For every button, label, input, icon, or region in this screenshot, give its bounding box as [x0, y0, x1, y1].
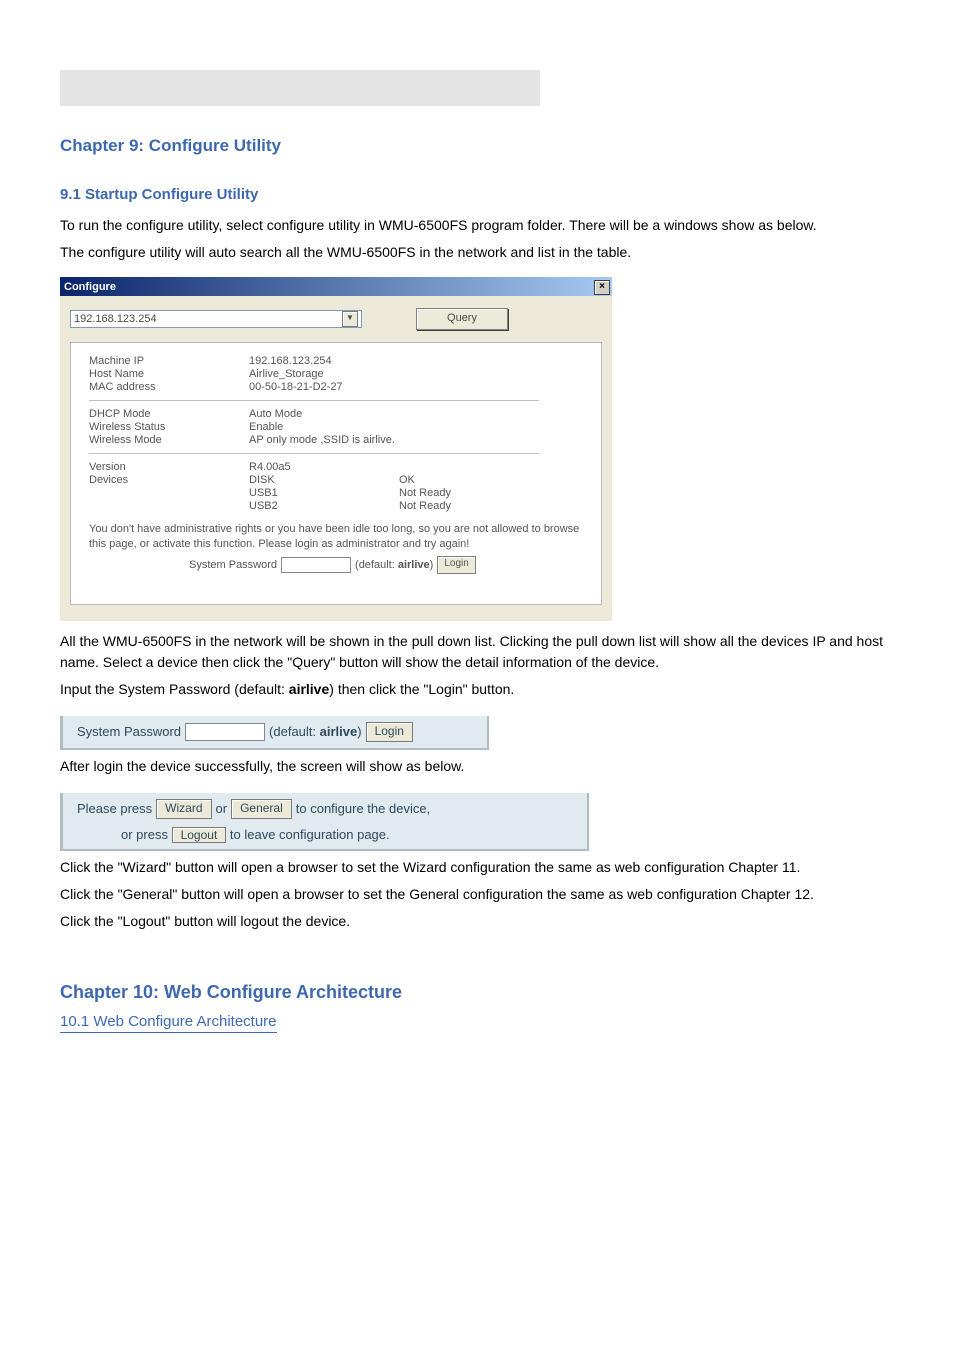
device-disk: DISK	[249, 474, 399, 486]
bottom-p2: Click the "General" button will open a b…	[60, 884, 894, 905]
mid-para-1: All the WMU-6500FS in the network will b…	[60, 631, 894, 673]
label-host-name: Host Name	[89, 368, 249, 380]
label-system-password: System Password	[77, 724, 181, 739]
configure-window: Configure × 192.168.123.254 ▼ Query Mach…	[60, 277, 612, 621]
logout-button[interactable]: Logout	[172, 827, 227, 843]
nav-text: to configure the device,	[296, 801, 430, 816]
nav-text: or	[216, 801, 228, 816]
label-devices: Devices	[89, 474, 249, 486]
label-dhcp: DHCP Mode	[89, 408, 249, 420]
intro-2: The configure utility will auto search a…	[60, 242, 894, 263]
label-wireless-status: Wireless Status	[89, 421, 249, 433]
login-crop-panel: System Password (default: airlive) Login	[60, 716, 489, 750]
bottom-p1: Click the "Wizard" button will open a br…	[60, 857, 894, 878]
divider	[89, 400, 539, 401]
toc-link-10-1[interactable]: 10.1 Web Configure Architecture	[60, 1013, 277, 1033]
divider	[89, 453, 539, 454]
system-password-input[interactable]	[281, 557, 351, 573]
label-system-password: System Password	[189, 559, 277, 571]
login-button[interactable]: Login	[437, 556, 475, 574]
chevron-down-icon[interactable]: ▼	[342, 311, 358, 327]
device-usb2-status: Not Ready	[399, 500, 539, 512]
login-button[interactable]: Login	[366, 722, 413, 742]
value-dhcp: Auto Mode	[249, 408, 399, 420]
wizard-button[interactable]: Wizard	[156, 799, 211, 819]
value-mac: 00-50-18-21-D2-27	[249, 381, 399, 393]
label-mac: MAC address	[89, 381, 249, 393]
ip-dropdown[interactable]: 192.168.123.254 ▼	[70, 310, 362, 328]
auth-warning: You don't have administrative rights or …	[89, 522, 583, 552]
label-version: Version	[89, 461, 249, 473]
section-title: 9.1 Startup Configure Utility	[60, 186, 894, 203]
after-login-text: After login the device successfully, the…	[60, 756, 894, 777]
device-disk-status: OK	[399, 474, 539, 486]
value-version: R4.00a5	[249, 461, 399, 473]
nav-crop-panel: Please press Wizard or General to config…	[60, 793, 589, 851]
device-usb1-status: Not Ready	[399, 487, 539, 499]
nav-text: to leave configuration page.	[230, 827, 390, 842]
nav-text: Please press	[77, 801, 152, 816]
chapter-title: Chapter 9: Configure Utility	[60, 136, 894, 156]
general-button[interactable]: General	[231, 799, 292, 819]
label-wireless-mode: Wireless Mode	[89, 434, 249, 446]
value-wireless-status: Enable	[249, 421, 399, 433]
value-wireless-mode: AP only mode ,SSID is airlive.	[249, 434, 539, 446]
default-hint: (default: airlive)	[269, 724, 362, 739]
window-titlebar: Configure ×	[60, 277, 612, 296]
device-usb2: USB2	[249, 500, 399, 512]
info-panel: Machine IP 192.168.123.254 Host Name Air…	[70, 342, 602, 605]
query-button[interactable]: Query	[416, 308, 508, 330]
bottom-p3: Click the "Logout" button will logout th…	[60, 911, 894, 932]
nav-text: or press	[121, 827, 172, 842]
system-password-input[interactable]	[185, 723, 265, 741]
ip-value: 192.168.123.254	[74, 313, 157, 325]
window-title: Configure	[64, 281, 116, 293]
intro-1: To run the configure utility, select con…	[60, 215, 894, 236]
value-machine-ip: 192.168.123.254	[249, 355, 399, 367]
device-usb1: USB1	[249, 487, 399, 499]
close-icon[interactable]: ×	[594, 280, 610, 295]
value-host-name: Airlive_Storage	[249, 368, 399, 380]
mid-para-2: Input the System Password (default: airl…	[60, 679, 894, 700]
default-hint: (default: airlive)	[355, 559, 433, 571]
header-strip	[60, 70, 540, 106]
chapter-10-title: Chapter 10: Web Configure Architecture	[60, 982, 894, 1003]
label-machine-ip: Machine IP	[89, 355, 249, 367]
